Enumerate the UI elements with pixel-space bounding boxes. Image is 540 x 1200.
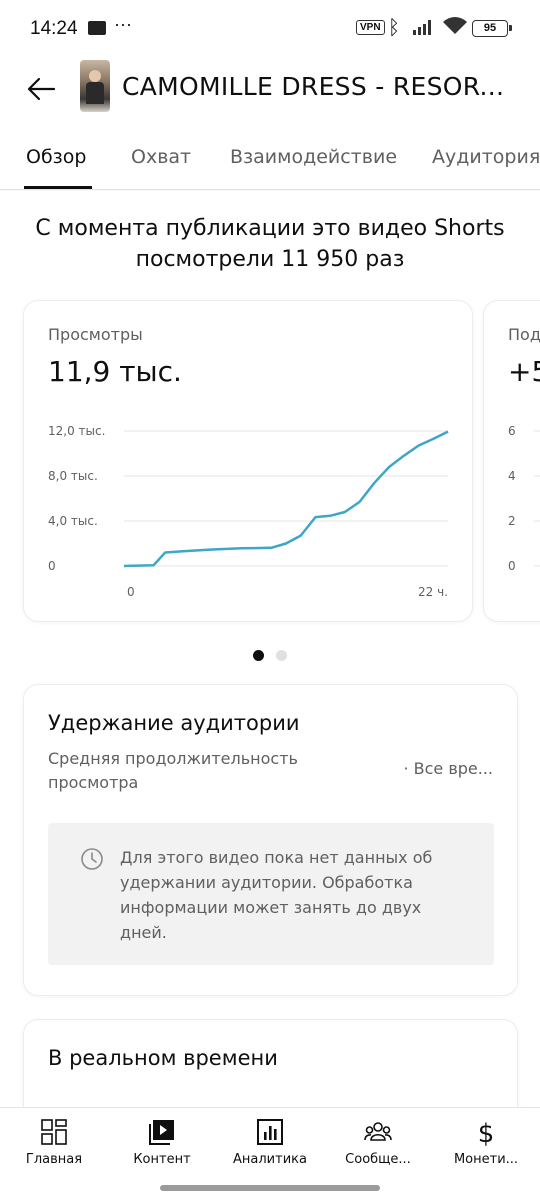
nav-monetization-label: Монети... xyxy=(453,1152,519,1167)
nav-dashboard-label: Главная xyxy=(25,1152,83,1167)
y-tick-label: 8,0 тыс. xyxy=(48,469,98,483)
nav-content[interactable]: Контент xyxy=(108,1108,216,1178)
y-tick-label: 4 xyxy=(508,469,516,483)
tab-reach[interactable]: Охват xyxy=(131,146,191,168)
nav-community-label: Сообще... xyxy=(345,1152,411,1167)
message-notification-icon xyxy=(88,21,106,35)
nav-community[interactable]: Сообще... xyxy=(324,1108,432,1178)
y-tick-label: 0 xyxy=(48,559,56,573)
x-tick-label: 0 xyxy=(127,585,135,599)
nav-analytics-label: Аналитика xyxy=(233,1152,307,1167)
clock-icon xyxy=(81,848,103,870)
subscribers-card[interactable]: Под +5 6 4 2 0 xyxy=(484,301,540,621)
views-series-line xyxy=(123,430,449,568)
vpn-icon: VPN xyxy=(356,20,385,35)
retention-title: Удержание аудитории xyxy=(48,711,300,735)
more-notifications-icon: ··· xyxy=(114,14,132,34)
retention-info-text: Для этого видео пока нет данных об удерж… xyxy=(120,848,433,942)
views-summary: С момента публикации это видео Shorts по… xyxy=(35,216,505,272)
x-tick-label: 22 ч. xyxy=(418,585,448,599)
retention-card: Удержание аудитории Средняя продолжитель… xyxy=(24,685,517,995)
retention-period-selector[interactable]: · Все вре... xyxy=(403,759,493,778)
views-label: Просмотры xyxy=(48,325,143,344)
pager-dot[interactable] xyxy=(276,650,287,661)
nav-monetization[interactable]: $ Монети... xyxy=(432,1108,540,1178)
svg-text:$: $ xyxy=(478,1119,495,1146)
video-title: CAMOMILLE DRESS - RESOR... xyxy=(122,72,505,101)
home-gesture-bar[interactable] xyxy=(160,1185,380,1191)
content-icon xyxy=(149,1120,174,1145)
back-arrow-icon[interactable] xyxy=(24,72,58,106)
tab-overview[interactable]: Обзор xyxy=(26,146,86,168)
status-time: 14:24 xyxy=(30,18,78,39)
tab-bar: Обзор Охват Взаимодействие Аудитория xyxy=(0,122,540,190)
nav-dashboard[interactable]: Главная xyxy=(0,1108,108,1178)
tab-audience[interactable]: Аудитория xyxy=(432,146,540,168)
retention-info-box: Для этого видео пока нет данных об удерж… xyxy=(48,823,494,965)
dashboard-icon xyxy=(41,1119,67,1145)
y-tick-label: 12,0 тыс. xyxy=(48,424,105,438)
views-card[interactable]: Просмотры 11,9 тыс. 12,0 тыс. 8,0 тыс. 4,0… xyxy=(24,301,472,621)
monetization-icon: $ xyxy=(478,1119,495,1146)
nav-content-label: Контент xyxy=(133,1152,191,1167)
pager-dot-active[interactable] xyxy=(253,650,264,661)
subscribers-line-chart: 6 4 2 0 xyxy=(508,424,540,573)
y-tick-label: 4,0 тыс. xyxy=(48,514,98,528)
overview-content[interactable]: С момента публикации это видео Shorts по… xyxy=(0,191,540,1107)
analytics-icon xyxy=(257,1119,283,1145)
retention-subtitle: Средняя продолжительность просмотра xyxy=(48,749,298,792)
subscribers-label: Под xyxy=(508,325,540,344)
card-pager xyxy=(0,650,540,662)
realtime-card[interactable]: В реальном времени xyxy=(24,1020,517,1107)
video-thumbnail xyxy=(80,60,110,112)
views-value: 11,9 тыс. xyxy=(48,355,182,388)
y-tick-label: 6 xyxy=(508,424,516,438)
y-tick-label: 0 xyxy=(508,559,516,573)
views-line-chart: 12,0 тыс. 8,0 тыс. 4,0 тыс. 0 0 22 ч. xyxy=(48,424,449,599)
nav-analytics[interactable]: Аналитика xyxy=(216,1108,324,1178)
active-tab-indicator xyxy=(24,186,92,189)
signal-icon xyxy=(413,20,431,35)
realtime-title: В реальном времени xyxy=(48,1046,278,1070)
wifi-icon xyxy=(443,17,467,34)
subscribers-value: +5 xyxy=(508,355,540,388)
y-tick-label: 2 xyxy=(508,514,516,528)
community-icon xyxy=(364,1122,392,1141)
status-bar: 14:24 ··· VPN ᛒ 95 xyxy=(0,0,540,60)
app-header: CAMOMILLE DRESS - RESOR... xyxy=(0,60,540,122)
battery-icon: 95 xyxy=(472,20,512,37)
tab-engagement[interactable]: Взаимодействие xyxy=(230,146,397,168)
bluetooth-icon: ᛒ xyxy=(388,15,400,39)
